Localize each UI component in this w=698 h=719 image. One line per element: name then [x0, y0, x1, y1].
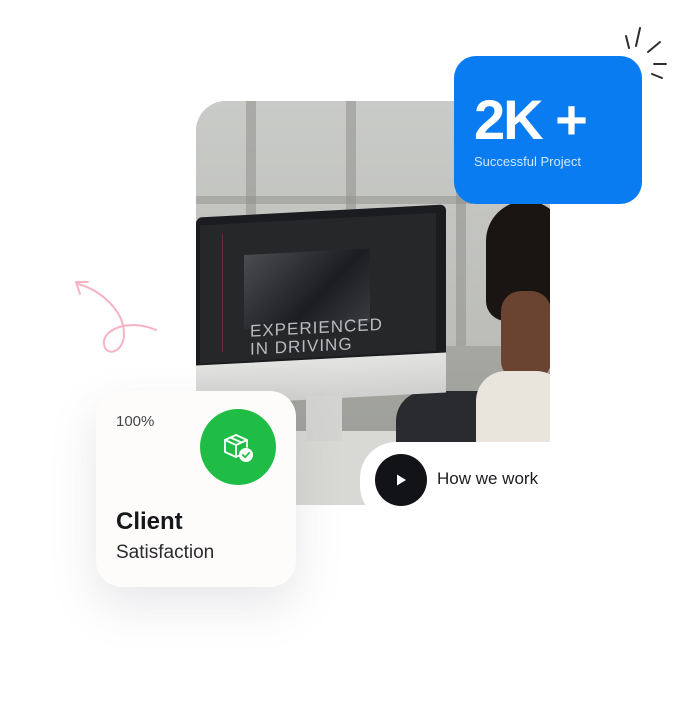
arrow-doodle-icon [75, 281, 157, 353]
play-button[interactable] [375, 454, 427, 506]
satisfaction-card: 100% Client Satisfaction [96, 391, 296, 587]
sparkle-icon [625, 27, 667, 79]
monitor-screen: EXPERIENCED IN DRIVING [200, 212, 436, 364]
stat-card: 2K + Successful Project [454, 56, 642, 204]
satisfaction-subtitle: Satisfaction [116, 542, 215, 563]
satisfaction-percent: 100% [116, 413, 155, 430]
satisfaction-title: Client [116, 508, 183, 535]
how-we-work-label[interactable]: How we work [437, 469, 538, 489]
screen-headline: EXPERIENCED IN DRIVING [250, 314, 383, 359]
play-icon [397, 474, 406, 486]
stat-label: Successful Project [474, 154, 581, 169]
stat-value: 2K + [474, 88, 588, 151]
monitor-stand [306, 396, 342, 441]
package-check-icon [224, 434, 253, 462]
satisfaction-badge [200, 409, 276, 485]
